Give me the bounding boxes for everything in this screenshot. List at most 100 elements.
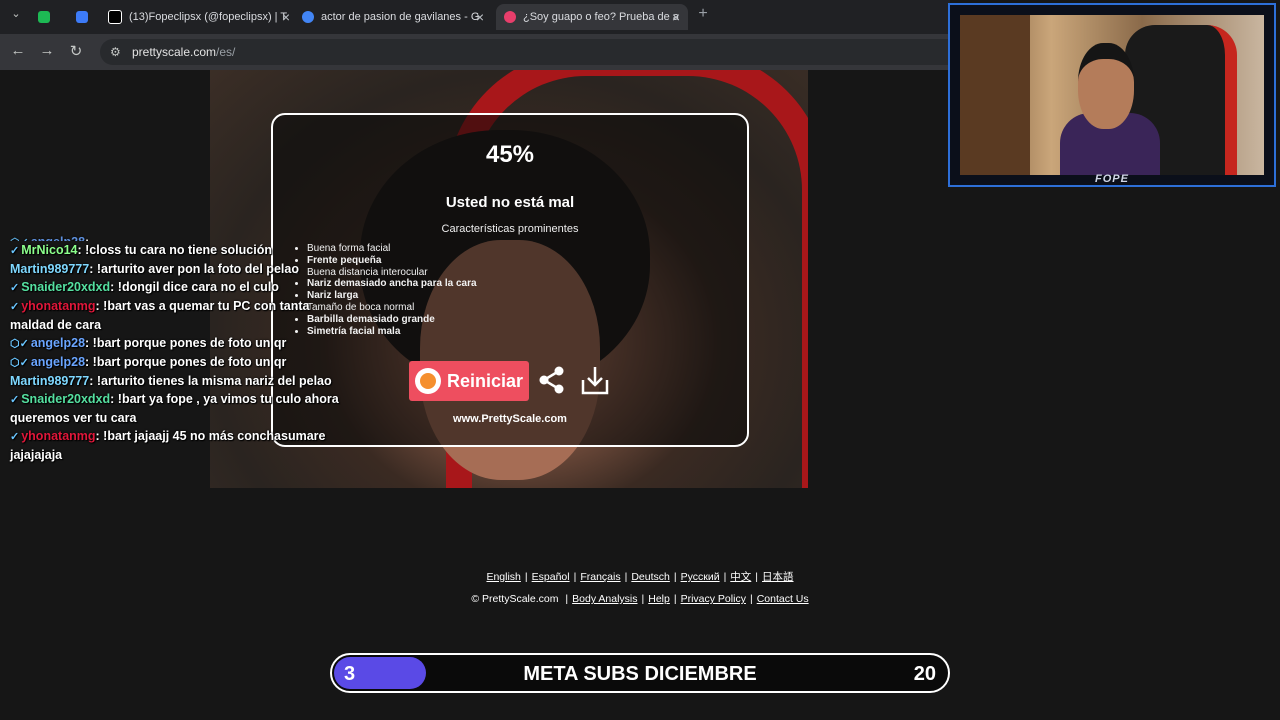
url-path: /es/ xyxy=(216,45,236,59)
footer-link[interactable]: Help xyxy=(648,593,670,605)
chat-message: ⬡✓ angelp28: !bart porque pones de foto u… xyxy=(10,353,350,372)
footer-link[interactable]: Contact Us xyxy=(757,593,809,605)
address-bar[interactable]: ⚙ prettyscale.com/es/ xyxy=(100,39,950,65)
language-link[interactable]: Deutsch xyxy=(631,571,670,583)
webcam-overlay: FOPE xyxy=(948,3,1276,187)
webcam-person-head xyxy=(1078,43,1134,129)
restart-label: Reiniciar xyxy=(447,370,524,391)
separator: | xyxy=(755,571,759,583)
tab-google[interactable]: actor de pasion de gavilanes - G × xyxy=(302,4,492,30)
app-icon xyxy=(76,11,88,23)
chat-username[interactable]: MrNico14 xyxy=(21,243,77,257)
tab-tiktok[interactable]: (13)Fopeclipsx (@fopeclipsx) | T × xyxy=(108,4,298,30)
chat-badge-icon: ⬡✓ xyxy=(10,357,29,369)
chat-message: ✓ MrNico14: !closs tu cara no tiene soluc… xyxy=(10,241,350,260)
webcam-person xyxy=(1060,43,1160,175)
language-link[interactable]: Русский xyxy=(681,571,720,583)
download-icon[interactable] xyxy=(580,364,610,396)
site-footer: © PrettyScale.com | Body Analysis | Help | Pr… xyxy=(0,593,1280,605)
separator: | xyxy=(749,593,753,605)
chat-text: : !bart porque pones de foto un qr xyxy=(85,336,287,350)
language-link[interactable]: 日本語 xyxy=(762,571,794,583)
chat-text: : !dongil dice cara no el culo xyxy=(110,280,279,294)
footer-link[interactable]: Body Analysis xyxy=(572,593,637,605)
chat-message: Martin989777: !arturito tienes la misma … xyxy=(10,372,350,390)
chat-username[interactable]: Snaider20xdxd xyxy=(21,392,110,406)
kick-icon xyxy=(38,11,50,23)
webcam-label: FOPE xyxy=(1095,173,1129,185)
separator: | xyxy=(723,571,727,583)
tab-pinned-2[interactable] xyxy=(76,4,98,30)
subs-goal-title: META SUBS DICIEMBRE xyxy=(523,663,757,685)
chat-message: ⬡✓ angelp28: !bart porque pones de foto u… xyxy=(10,334,350,353)
score-verdict: Usted no está mal xyxy=(445,194,575,211)
chat-message: ✓ Snaider20xdxd: !bart ya fope , ya vimos… xyxy=(10,390,350,427)
restart-icon xyxy=(415,368,441,394)
tab-bar: ⌄ (13)Fopeclipsx (@fopeclipsx) | T × act… xyxy=(0,0,950,34)
subs-goal-target: 20 xyxy=(913,663,936,685)
url-host: prettyscale.com xyxy=(132,45,217,59)
browser-toolbar: ← → ↻ ⚙ prettyscale.com/es/ xyxy=(0,34,950,70)
chat-username[interactable]: Martin989777 xyxy=(10,262,89,276)
tab-pinned-1[interactable] xyxy=(38,4,60,30)
separator: | xyxy=(565,593,569,605)
language-link[interactable]: Français xyxy=(580,571,620,583)
chat-badge-icon: ✓ xyxy=(10,431,20,443)
close-icon[interactable]: × xyxy=(672,9,680,25)
language-links: English | Español | Français | Deutsch | Русский… xyxy=(0,569,1280,584)
chat-badge-icon: ✓ xyxy=(10,301,20,313)
tab-search-chevron-icon[interactable]: ⌄ xyxy=(6,7,26,20)
stream-chat: ⬡✓angelp28: ✓MrNico14: !closs tu cara no… xyxy=(10,233,350,464)
new-tab-icon[interactable]: + xyxy=(693,5,713,23)
chat-badge-icon: ✓ xyxy=(10,282,20,294)
chat-badge-icon: ✓ xyxy=(10,394,20,406)
chat-username[interactable]: angelp28 xyxy=(31,235,85,241)
footer-link[interactable]: Privacy Policy xyxy=(681,593,746,605)
chat-message: ✓ Snaider20xdxd: !dongil dice cara no el … xyxy=(10,278,350,297)
prettyscale-icon xyxy=(504,11,516,23)
chat-badge-icon: ✓ xyxy=(10,245,20,257)
chat-text: : !bart porque pones de foto un qr xyxy=(85,355,287,369)
chat-username[interactable]: yhonatanmg xyxy=(21,429,95,443)
chat-message: ✓ yhonatanmg: !bart vas a quemar tu PC co… xyxy=(10,297,350,334)
score-percent: 45% xyxy=(485,141,535,168)
tiktok-icon xyxy=(108,10,122,24)
chat-text: : !arturito aver pon la foto del pelao xyxy=(89,262,299,276)
separator: | xyxy=(673,593,677,605)
chat-badge-icon: ⬡✓ xyxy=(10,338,29,350)
chat-text: : !arturito tienes la misma nariz del pe… xyxy=(89,374,332,388)
tab-prettyscale[interactable]: ¿Soy guapo o feo? Prueba de a × xyxy=(496,4,688,30)
separator: | xyxy=(641,593,645,605)
language-link[interactable]: 中文 xyxy=(730,571,751,583)
separator: | xyxy=(624,571,628,583)
chat-username[interactable]: angelp28 xyxy=(31,355,85,369)
share-icon[interactable] xyxy=(537,365,567,395)
subs-goal-bar: 3 META SUBS DICIEMBRE 20 xyxy=(330,653,950,693)
chat-message: ⬡✓angelp28: xyxy=(10,233,350,241)
chat-username[interactable]: Snaider20xdxd xyxy=(21,280,110,294)
site-info-icon[interactable]: ⚙ xyxy=(110,45,122,59)
chat-text: : xyxy=(85,235,89,241)
reload-icon[interactable]: ↻ xyxy=(66,42,86,60)
chat-username[interactable]: yhonatanmg xyxy=(21,299,95,313)
chat-username[interactable]: angelp28 xyxy=(31,336,85,350)
separator: | xyxy=(573,571,577,583)
copyright-text: © PrettyScale.com xyxy=(471,593,559,605)
tab-title: ¿Soy guapo o feo? Prueba de a xyxy=(523,11,679,23)
close-icon[interactable]: × xyxy=(282,9,290,25)
chat-text: : !closs tu cara no tiene solución xyxy=(77,243,272,257)
forward-arrow-icon[interactable]: → xyxy=(37,42,57,59)
tab-title: actor de pasion de gavilanes - G xyxy=(321,11,480,23)
chat-message: Martin989777: !arturito aver pon la foto… xyxy=(10,260,350,278)
chat-username[interactable]: Martin989777 xyxy=(10,374,89,388)
google-icon xyxy=(302,11,314,23)
tab-title: (13)Fopeclipsx (@fopeclipsx) | T xyxy=(129,11,288,23)
language-link[interactable]: Español xyxy=(532,571,570,583)
chat-message: ✓ yhonatanmg: !bart jajaajj 45 no más con… xyxy=(10,427,350,464)
close-icon[interactable]: × xyxy=(476,9,484,25)
language-link[interactable]: English xyxy=(486,571,520,583)
separator: | xyxy=(524,571,528,583)
back-arrow-icon[interactable]: ← xyxy=(8,42,28,59)
restart-button[interactable]: Reiniciar xyxy=(409,361,529,401)
webcam-door xyxy=(960,15,1030,175)
